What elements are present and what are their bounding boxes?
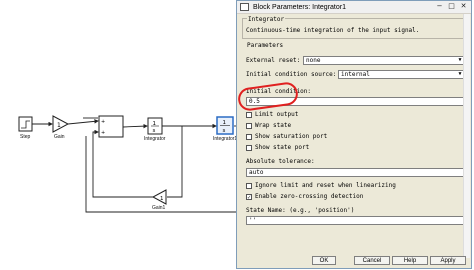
gain-value: 1 [57,122,61,129]
ok-button[interactable]: OK [312,256,336,265]
block-description: Continuous-time integration of the input… [246,27,420,34]
zero-crossing-checkbox[interactable]: ✓ Enable zero-crossing detection [246,193,363,200]
signal-lines [32,117,240,213]
close-icon[interactable]: ✕ [458,2,469,11]
state-name-label: State Name: (e.g., 'position') [246,207,355,214]
section-title: Integrator [247,16,286,23]
svg-text:1: 1 [223,120,227,126]
absolute-tolerance-input[interactable]: auto [246,168,465,177]
integrator1-block[interactable]: 1 s [216,116,234,135]
dialog-body: Integrator Continuous-time integration o… [237,14,471,258]
external-reset-dropdown[interactable]: none ▼ [303,56,465,65]
integrator-label: Integrator [144,136,166,142]
svg-text:s: s [223,128,226,134]
checkbox-icon [246,111,252,118]
gain-label: Gain [54,134,65,140]
state-name-input[interactable]: '' [246,216,465,225]
ignore-limit-checkbox[interactable]: Ignore limit and reset when linearizing [246,182,396,189]
sum-block[interactable]: + + [98,115,124,138]
svg-text:s: s [153,128,156,134]
checkbox-icon [246,182,252,189]
limit-output-checkbox[interactable]: Limit output [246,111,298,118]
external-reset-value: none [306,57,321,64]
wrap-state-checkbox[interactable]: Wrap state [246,122,291,129]
external-reset-label: External reset: [246,57,301,64]
checkmark-icon: ✓ [246,193,252,201]
step-label: Step [20,134,31,140]
checkbox-icon [246,133,252,140]
dialog-scrollbar[interactable] [463,14,470,258]
ic-source-label: Initial condition source: [246,71,337,78]
block-parameters-dialog: Block Parameters: Integrator1 − □ ✕ Inte… [236,0,472,269]
integrator1-label: Integrator1 [213,136,238,142]
integrator-block[interactable]: 1 s [147,117,163,135]
svg-text:+: + [101,119,105,125]
gain-block[interactable]: 1 [52,115,70,133]
wrap-state-label: Wrap state [255,122,292,129]
show-state-port-checkbox[interactable]: Show state port [246,144,309,151]
cancel-button[interactable]: Cancel [354,256,390,265]
show-saturation-port-label: Show saturation port [255,133,328,140]
checkbox-icon [246,122,252,129]
help-button[interactable]: Help [392,256,428,265]
parameters-label: Parameters [247,42,284,49]
svg-text:1: 1 [160,196,164,202]
limit-output-label: Limit output [255,111,299,118]
dialog-title: Block Parameters: Integrator1 [253,3,346,11]
dialog-titlebar[interactable]: Block Parameters: Integrator1 − □ ✕ [237,1,471,14]
gain1-block[interactable]: 1 [151,189,167,205]
show-state-port-label: Show state port [255,144,310,151]
ignore-limit-label: Ignore limit and reset when linearizing [255,182,396,189]
zero-crossing-label: Enable zero-crossing detection [255,193,364,200]
ic-source-dropdown[interactable]: internal ▼ [338,70,465,79]
checkbox-icon [246,144,252,151]
ic-source-value: internal [341,71,370,78]
svg-text:+: + [101,130,105,136]
maximize-icon[interactable]: □ [446,2,457,11]
minimize-icon[interactable]: − [434,2,445,11]
apply-button[interactable]: Apply [430,256,466,265]
step-block[interactable] [18,116,33,132]
gain1-label: Gain1 [152,205,166,211]
absolute-tolerance-label: Absolute tolerance: [246,158,315,165]
show-saturation-port-checkbox[interactable]: Show saturation port [246,133,327,140]
window-icon [240,3,249,11]
